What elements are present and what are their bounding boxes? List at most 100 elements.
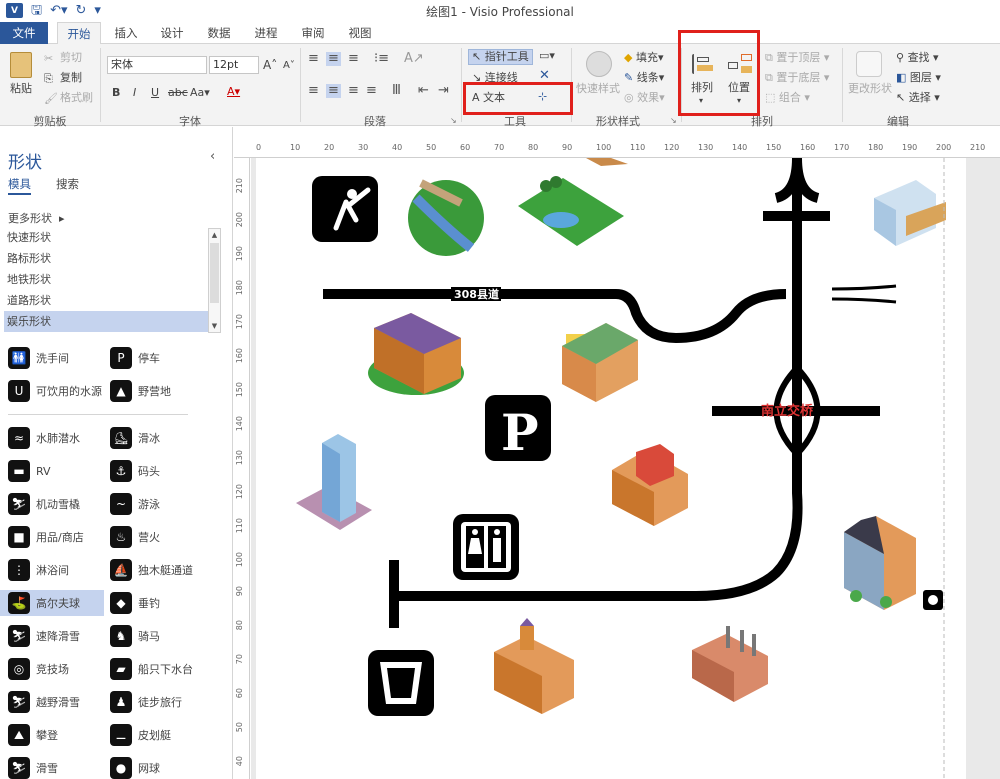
shape-item-skating[interactable]: ⛸ 滑冰 <box>102 425 206 451</box>
tab-process[interactable]: 进程 <box>248 22 284 44</box>
text-block-icon[interactable]: Ⅲ <box>392 84 401 98</box>
bullets-icon[interactable]: ⁝≡ <box>374 52 389 66</box>
scroll-thumb[interactable] <box>210 243 219 303</box>
grow-font-button[interactable]: A˄ <box>263 58 277 72</box>
stencil-roads[interactable]: 道路形状 <box>4 290 210 311</box>
shape-item-snowmobile[interactable]: ⛷ 机动雪橇 <box>0 491 104 517</box>
bold-button[interactable]: B <box>112 86 120 100</box>
align-left-icon[interactable]: ≡ <box>308 84 319 98</box>
stencil-quick-shapes[interactable]: 快速形状 <box>4 227 210 248</box>
shape-item-label: 网球 <box>138 762 160 775</box>
drinking-water-sign-icon <box>368 650 434 716</box>
stencil-road-signs[interactable]: 路标形状 <box>4 248 210 269</box>
shrink-font-button[interactable]: A˅ <box>283 59 295 73</box>
strikethrough-button[interactable]: abc <box>168 86 188 100</box>
shape-item-campground[interactable]: ▲ 野营地 <box>102 378 206 404</box>
align-center-icon[interactable]: ≡ <box>326 84 341 98</box>
tab-design[interactable]: 设计 <box>154 22 190 44</box>
font-color-button[interactable]: A▾ <box>227 85 240 99</box>
paste-icon[interactable] <box>10 52 32 78</box>
effects-button[interactable]: ◎ 效果▾ <box>624 91 665 105</box>
change-shape-button[interactable]: 更改形状 <box>848 82 892 96</box>
more-shapes-button[interactable]: 更多形状 ▸ <box>8 210 65 226</box>
shape-item-tennis[interactable]: ● 网球 <box>102 755 206 779</box>
tab-data[interactable]: 数据 <box>201 22 237 44</box>
shape-styles-dialog-launcher-icon[interactable]: ↘ <box>670 114 677 128</box>
drawing-page[interactable]: 308县道 南立交桥 P <box>256 158 966 779</box>
shape-item-golf[interactable]: ⛳ 高尔夫球 <box>0 590 104 616</box>
change-case-button[interactable]: Aa▾ <box>190 86 210 100</box>
shape-item-drinking-water[interactable]: U 可饮用的水源 <box>0 378 104 404</box>
shape-item-arena[interactable]: ◎ 竞技场 <box>0 656 104 682</box>
tab-file[interactable]: 文件 <box>0 22 48 44</box>
shape-item-store[interactable]: ■ 用品/商店 <box>0 524 104 550</box>
cut-button[interactable]: ✂ 剪切 <box>44 51 82 65</box>
shape-item-parking[interactable]: P 停车 <box>102 345 206 371</box>
find-button[interactable]: ⚲ 查找 ▾ <box>896 51 939 65</box>
shape-item-downhill-ski[interactable]: ⛷ 速降滑雪 <box>0 623 104 649</box>
italic-button[interactable]: I <box>133 86 136 100</box>
justify-icon[interactable]: ≡ <box>366 84 377 98</box>
tab-stencils[interactable]: 模具 <box>8 176 31 195</box>
xc-ski-icon: ⛷ <box>8 691 30 713</box>
increase-indent-icon[interactable]: ⇥ <box>438 84 449 98</box>
align-right-icon[interactable]: ≡ <box>348 84 359 98</box>
line-button[interactable]: ✎ 线条▾ <box>624 71 664 85</box>
fill-button[interactable]: ◆ 填充▾ <box>624 51 664 65</box>
shape-item-fishing[interactable]: ◆ 垂钓 <box>102 590 206 616</box>
align-bottom-icon[interactable]: ≡ <box>348 52 359 66</box>
copy-button[interactable]: ⎘ 复制 <box>44 71 82 85</box>
stencil-recreation[interactable]: 娱乐形状 <box>4 311 210 332</box>
shape-item-boat-ramp[interactable]: ▰ 船只下水台 <box>102 656 206 682</box>
align-top-icon[interactable]: ≡ <box>308 52 319 66</box>
tab-search[interactable]: 搜索 <box>56 176 79 192</box>
bring-to-front-button[interactable]: ⧉ 置于顶层 ▾ <box>765 51 829 65</box>
rectangle-tool-button[interactable]: ▭▾ <box>539 49 555 63</box>
paragraph-dialog-launcher-icon[interactable]: ↘ <box>450 114 457 128</box>
tab-home[interactable]: 开始 <box>57 22 101 45</box>
paste-button[interactable]: 粘贴 <box>10 82 32 96</box>
shape-item-xc-ski[interactable]: ⛷ 越野滑雪 <box>0 689 104 715</box>
side-road <box>831 284 897 304</box>
quick-styles-button[interactable]: 快速样式 <box>576 82 620 96</box>
shape-item-hiking[interactable]: ♟ 徒步旅行 <box>102 689 206 715</box>
shape-item-scuba[interactable]: ≈ 水肺潜水 <box>0 425 104 451</box>
decrease-indent-icon[interactable]: ⇤ <box>418 84 429 98</box>
align-middle-icon[interactable]: ≡ <box>326 52 341 66</box>
scroll-up-icon[interactable]: ▲ <box>209 229 220 241</box>
ruler-tick-label: 130 <box>235 450 244 466</box>
scroll-down-icon[interactable]: ▼ <box>209 320 220 332</box>
shape-item-shower[interactable]: ⋮ 淋浴间 <box>0 557 104 583</box>
group-button[interactable]: ⬚ 组合 ▾ <box>765 91 810 105</box>
shape-item-canoe[interactable]: ⛵ 独木艇通道 <box>102 557 206 583</box>
close-icon[interactable]: ✕ <box>539 69 550 83</box>
format-painter-button[interactable]: 🖌 格式刷 <box>44 91 93 105</box>
shape-item-horse[interactable]: ♞ 骑马 <box>102 623 206 649</box>
stencil-scrollbar[interactable]: ▲ ▼ <box>208 228 221 333</box>
shape-item-restroom[interactable]: 🚻 洗手间 <box>0 345 104 371</box>
pointer-icon: ↖ <box>472 50 485 63</box>
quick-styles-icon[interactable] <box>586 51 612 77</box>
copy-icon: ⎘ <box>44 72 53 85</box>
shape-item-dock[interactable]: ⚓ 码头 <box>102 458 206 484</box>
editing-group-label: 编辑 <box>887 115 909 128</box>
shape-item-kayak[interactable]: ⚊ 皮划艇 <box>102 722 206 748</box>
shape-item-ski[interactable]: ⛷ 滑雪 <box>0 755 104 779</box>
select-button[interactable]: ↖ 选择 ▾ <box>896 91 940 105</box>
shape-item-climbing[interactable]: ⛰ 攀登 <box>0 722 104 748</box>
pointer-tool-button[interactable]: ↖ 指针工具 <box>468 49 533 65</box>
tab-insert[interactable]: 插入 <box>108 22 144 44</box>
layers-button[interactable]: ◧ 图层 ▾ <box>896 71 941 85</box>
shape-item-campfire[interactable]: ♨ 营火 <box>102 524 206 550</box>
send-to-back-button[interactable]: ⧉ 置于底层 ▾ <box>765 71 829 85</box>
text-direction-icon[interactable]: A↗ <box>404 52 424 66</box>
shape-item-rv[interactable]: ▬ RV <box>0 458 104 484</box>
tab-review[interactable]: 审阅 <box>295 22 331 44</box>
font-size-select[interactable]: 12pt <box>209 56 259 74</box>
font-name-select[interactable]: 宋体 <box>107 56 207 74</box>
shape-item-swimming[interactable]: ~ 游泳 <box>102 491 206 517</box>
stencil-metro[interactable]: 地铁形状 <box>4 269 210 290</box>
collapse-pane-icon[interactable]: ‹ <box>210 149 215 164</box>
tab-view[interactable]: 视图 <box>342 22 378 44</box>
underline-button[interactable]: U <box>151 86 159 100</box>
